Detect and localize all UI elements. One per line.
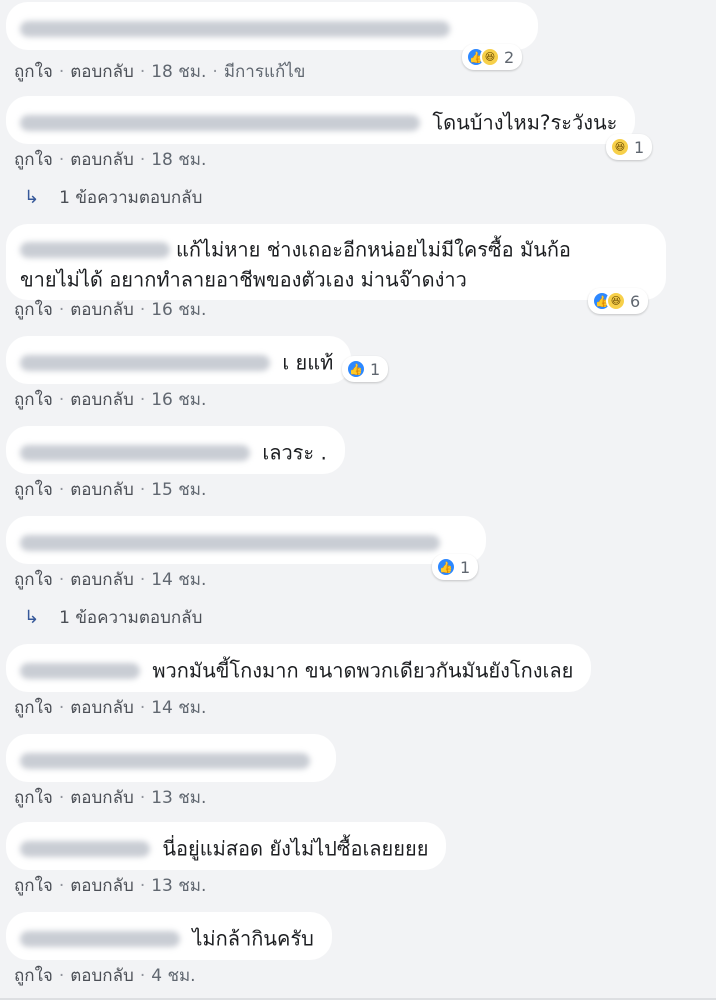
timestamp[interactable]: 14 ชม.: [151, 698, 206, 718]
comment-text: ไม่กล้ากินครับ: [192, 926, 314, 951]
comment-text: โดนบ้างไหม?ระวังนะ: [432, 110, 618, 135]
comment-bubble: แก้ไม่หาย ช่างเถอะอีกหน่อยไม่มีใครซื้อ ม…: [6, 224, 666, 300]
reaction-summary[interactable]: 😆 1: [606, 134, 653, 160]
comment-bubble: พวกมันขี้โกงมาก ขนาดพวกเดียวกันมันยังโกง…: [6, 644, 592, 692]
comment-body: โดนบ้างไหม?ระวังนะ: [6, 96, 636, 144]
comment-actions: ถูกใจ · ตอบกลับ · 18 ชม.: [14, 150, 207, 170]
blurred-author-name[interactable]: [20, 354, 270, 371]
comment-bubble: [6, 734, 336, 782]
comment-bubble: ไม่กล้ากินครับ: [6, 912, 332, 960]
comment-actions: ถูกใจ · ตอบกลับ · 16 ชม.: [14, 300, 207, 320]
blurred-author-name[interactable]: [20, 840, 150, 857]
like-link[interactable]: ถูกใจ: [14, 62, 53, 82]
comment-actions: ถูกใจ · ตอบกลับ · 18 ชม. · มีการแก้ไข: [14, 62, 306, 82]
reaction-summary[interactable]: 👍 😆 2: [462, 44, 523, 70]
comment-text: นี่อยู่แม่สอด ยังไม่ไปซื้อเลยยยย: [162, 836, 429, 861]
haha-icon: 😆: [610, 137, 630, 157]
edited-label[interactable]: มีการแก้ไข: [224, 62, 306, 82]
reply-arrow-icon: ↳: [24, 187, 40, 208]
timestamp[interactable]: 13 ชม.: [151, 876, 206, 896]
comment-text: พวกมันขี้โกงมาก ขนาดพวกเดียวกันมันยังโกง…: [152, 658, 574, 683]
comment-text-line-2: ขายไม่ได้ อยากทำลายอาชีพของตัวเอง ม่านจ๊…: [20, 267, 467, 291]
reply-link[interactable]: ตอบกลับ: [70, 966, 134, 986]
comment-bubble: โดนบ้างไหม?ระวังนะ: [6, 96, 636, 144]
like-icon: 👍: [346, 359, 366, 379]
blurred-author-name[interactable]: [20, 662, 140, 679]
timestamp[interactable]: 16 ชม.: [151, 300, 206, 320]
timestamp[interactable]: 18 ชม.: [151, 150, 206, 170]
blurred-author-name[interactable]: [20, 752, 310, 769]
comment-bubble: [6, 516, 486, 564]
view-replies-link[interactable]: ↳ 1 ข้อความตอบกลับ: [24, 184, 202, 211]
comment-text: เลวระ .: [262, 440, 327, 465]
like-link[interactable]: ถูกใจ: [14, 390, 53, 410]
reply-link[interactable]: ตอบกลับ: [70, 698, 134, 718]
reaction-summary[interactable]: 👍 1: [342, 356, 389, 382]
reply-link[interactable]: ตอบกลับ: [70, 150, 134, 170]
blurred-author-name[interactable]: [20, 444, 250, 461]
comment-bubble: เ ยแท้: [6, 336, 352, 384]
comment-text: เ ยแท้: [282, 350, 334, 375]
like-link[interactable]: ถูกใจ: [14, 150, 53, 170]
blurred-author-name[interactable]: [20, 930, 180, 947]
timestamp[interactable]: 14 ชม.: [151, 570, 206, 590]
reply-link[interactable]: ตอบกลับ: [70, 62, 134, 82]
blurred-author-name[interactable]: [20, 241, 170, 258]
comment-actions: ถูกใจ · ตอบกลับ · 16 ชม.: [14, 390, 207, 410]
reply-link[interactable]: ตอบกลับ: [70, 876, 134, 896]
blurred-author-name[interactable]: [20, 114, 420, 131]
comment-body: [6, 516, 486, 564]
comment-bubble: [6, 2, 538, 50]
comment-actions: ถูกใจ · ตอบกลับ · 13 ชม.: [14, 876, 207, 896]
reply-link[interactable]: ตอบกลับ: [70, 390, 134, 410]
reaction-summary[interactable]: 👍 😆 6: [588, 288, 649, 314]
like-link[interactable]: ถูกใจ: [14, 966, 53, 986]
timestamp[interactable]: 4 ชม.: [151, 966, 195, 986]
like-link[interactable]: ถูกใจ: [14, 788, 53, 808]
timestamp[interactable]: 18 ชม.: [151, 62, 206, 82]
comment-body: ไม่กล้ากินครับ: [6, 912, 332, 960]
haha-icon: 😆: [480, 47, 500, 67]
timestamp[interactable]: 13 ชม.: [151, 788, 206, 808]
blurred-author-name[interactable]: [20, 534, 440, 551]
reply-link[interactable]: ตอบกลับ: [70, 300, 134, 320]
comment-body: แก้ไม่หาย ช่างเถอะอีกหน่อยไม่มีใครซื้อ ม…: [6, 224, 666, 300]
comment-body: [6, 734, 336, 782]
comment-actions: ถูกใจ · ตอบกลับ · 15 ชม.: [14, 480, 207, 500]
comment-body: นี่อยู่แม่สอด ยังไม่ไปซื้อเลยยยย: [6, 822, 447, 870]
blurred-author-name[interactable]: [20, 20, 450, 37]
like-link[interactable]: ถูกใจ: [14, 480, 53, 500]
comment-bubble: เลวระ .: [6, 426, 345, 474]
comment-bubble: นี่อยู่แม่สอด ยังไม่ไปซื้อเลยยยย: [6, 822, 447, 870]
like-link[interactable]: ถูกใจ: [14, 876, 53, 896]
comment-body: เ ยแท้: [6, 336, 352, 384]
comment-actions: ถูกใจ · ตอบกลับ · 4 ชม.: [14, 966, 196, 986]
haha-icon: 😆: [606, 291, 626, 311]
comment-body: เลวระ .: [6, 426, 345, 474]
reply-link[interactable]: ตอบกลับ: [70, 480, 134, 500]
comment-body: [6, 2, 538, 50]
comment-body: พวกมันขี้โกงมาก ขนาดพวกเดียวกันมันยังโกง…: [6, 644, 592, 692]
reply-link[interactable]: ตอบกลับ: [70, 570, 134, 590]
like-link[interactable]: ถูกใจ: [14, 570, 53, 590]
reply-arrow-icon: ↳: [24, 607, 40, 628]
comment-actions: ถูกใจ · ตอบกลับ · 14 ชม.: [14, 570, 207, 590]
comment-actions: ถูกใจ · ตอบกลับ · 14 ชม.: [14, 698, 207, 718]
comment-text: แก้ไม่หาย ช่างเถอะอีกหน่อยไม่มีใครซื้อ ม…: [176, 237, 571, 262]
comment-actions: ถูกใจ · ตอบกลับ · 13 ชม.: [14, 788, 207, 808]
like-icon: 👍: [436, 557, 456, 577]
timestamp[interactable]: 16 ชม.: [151, 390, 206, 410]
like-link[interactable]: ถูกใจ: [14, 698, 53, 718]
reply-link[interactable]: ตอบกลับ: [70, 788, 134, 808]
like-link[interactable]: ถูกใจ: [14, 300, 53, 320]
timestamp[interactable]: 15 ชม.: [151, 480, 206, 500]
view-replies-link[interactable]: ↳ 1 ข้อความตอบกลับ: [24, 604, 202, 631]
reaction-summary[interactable]: 👍 1: [432, 554, 479, 580]
